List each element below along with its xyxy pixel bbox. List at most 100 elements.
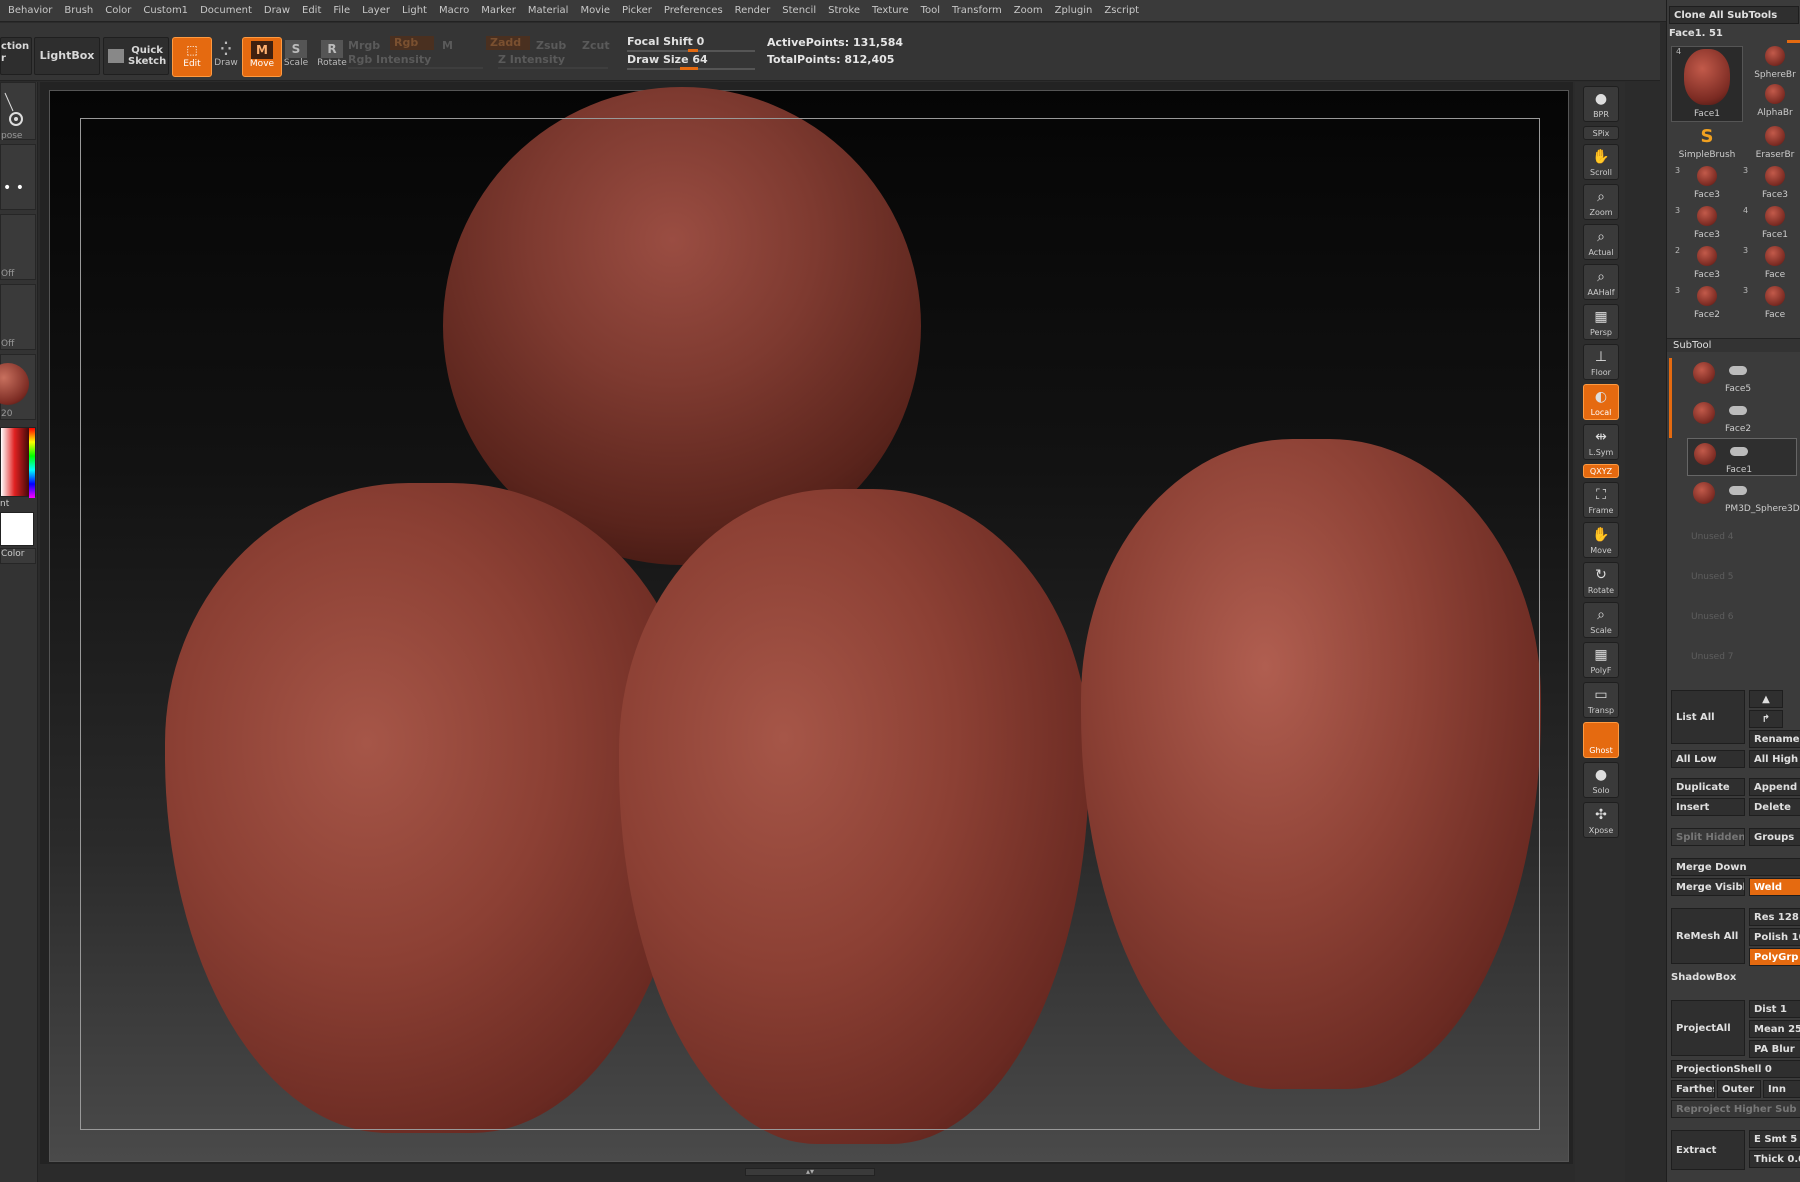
project-all-button[interactable]: ProjectAll	[1671, 1000, 1745, 1056]
shelf-solo-button[interactable]: ● Solo	[1583, 762, 1619, 798]
focal-shift-handle[interactable]	[688, 49, 698, 52]
clone-all-subtools-button[interactable]: Clone All SubTools	[1669, 6, 1799, 24]
remesh-all-button[interactable]: ReMesh All	[1671, 908, 1745, 964]
move-down-button[interactable]: ↱	[1749, 710, 1783, 728]
append-button[interactable]: Append	[1749, 778, 1800, 796]
shelf-scroll-button[interactable]: ✋ Scroll	[1583, 144, 1619, 180]
scale-button[interactable]: S Scale	[276, 37, 316, 77]
rgb-intensity-slider[interactable]	[348, 67, 483, 69]
projection-shell-slider[interactable]: ProjectionShell 0	[1671, 1060, 1800, 1078]
dist-slider[interactable]: Dist 1	[1749, 1000, 1800, 1018]
e-smt-slider[interactable]: E Smt 5	[1749, 1130, 1800, 1148]
menu-render[interactable]: Render	[729, 5, 777, 16]
tool-thumb[interactable]: 3 Face	[1739, 246, 1800, 280]
shadowbox-button[interactable]: ShadowBox	[1671, 972, 1736, 983]
all-low-button[interactable]: All Low	[1671, 750, 1745, 768]
tool-thumb[interactable]: 4 Face1	[1671, 46, 1743, 122]
weld-toggle[interactable]: Weld	[1749, 878, 1800, 896]
shelf-transp-button[interactable]: ▭ Transp	[1583, 682, 1619, 718]
menu-layer[interactable]: Layer	[356, 5, 396, 16]
tool-thumb[interactable]: 3 Face2	[1671, 286, 1743, 320]
hue-strip[interactable]	[29, 428, 35, 498]
shelf-persp-button[interactable]: ▦ Persp	[1583, 304, 1619, 340]
tool-slider-handle[interactable]	[1787, 40, 1800, 43]
pa-blur-slider[interactable]: PA Blur	[1749, 1040, 1800, 1058]
material-button[interactable]: 20	[0, 354, 36, 420]
menu-material[interactable]: Material	[522, 5, 575, 16]
menu-stencil[interactable]: Stencil	[776, 5, 822, 16]
insert-button[interactable]: Insert	[1671, 798, 1745, 816]
menu-transform[interactable]: Transform	[946, 5, 1008, 16]
tool-thumb[interactable]: 3 Face3	[1739, 166, 1800, 200]
draw-size-handle[interactable]	[680, 67, 698, 70]
rotate-button[interactable]: R Rotate	[312, 37, 352, 77]
tool-thumb[interactable]: EraserBr	[1739, 126, 1800, 160]
m-button[interactable]: M	[442, 39, 453, 52]
subtool-row[interactable]: Face5	[1687, 358, 1797, 396]
shelf-floor-button[interactable]: ⊥ Floor	[1583, 344, 1619, 380]
tool-thumb[interactable]: 3 Face3	[1671, 206, 1743, 240]
menu-file[interactable]: File	[327, 5, 356, 16]
farthest-toggle[interactable]: Farthest	[1671, 1080, 1715, 1098]
visibility-toggle[interactable]	[1729, 486, 1747, 495]
visibility-toggle[interactable]	[1729, 406, 1747, 415]
shelf-qxyz-button[interactable]: QXYZ	[1583, 464, 1619, 478]
menu-brush[interactable]: Brush	[58, 5, 99, 16]
menu-picker[interactable]: Picker	[616, 5, 658, 16]
menu-edit[interactable]: Edit	[296, 5, 327, 16]
thick-slider[interactable]: Thick 0.02	[1749, 1150, 1800, 1168]
z-intensity-slider[interactable]	[498, 67, 608, 69]
tool-thumb[interactable]: SphereBr	[1739, 46, 1800, 80]
menu-texture[interactable]: Texture	[866, 5, 915, 16]
draw-button[interactable]: ⁛ Draw	[206, 37, 246, 77]
visibility-toggle[interactable]	[1729, 366, 1747, 375]
menu-light[interactable]: Light	[396, 5, 433, 16]
shelf-polyf-button[interactable]: ▦ PolyF	[1583, 642, 1619, 678]
shelf-rotate-button[interactable]: ↻ Rotate	[1583, 562, 1619, 598]
groups-split-button[interactable]: Groups	[1749, 828, 1800, 846]
shelf-actual-button[interactable]: ⌕ Actual	[1583, 224, 1619, 260]
quick-sketch-button[interactable]: Quick Sketch	[103, 37, 169, 75]
zsub-button[interactable]: Zsub	[536, 39, 566, 52]
lightbox-button[interactable]: LightBox	[34, 37, 100, 75]
reproject-higher-subdiv-button[interactable]: Reproject Higher Sub	[1671, 1100, 1800, 1118]
menu-marker[interactable]: Marker	[475, 5, 522, 16]
tool-thumb[interactable]: 3 Face3	[1671, 166, 1743, 200]
outer-toggle[interactable]: Outer	[1717, 1080, 1761, 1098]
color-picker[interactable]	[0, 427, 36, 498]
tool-thumb[interactable]: AlphaBr	[1739, 84, 1800, 118]
mean-slider[interactable]: Mean 25	[1749, 1020, 1800, 1038]
bottom-tray-handle[interactable]: ▴▾	[745, 1168, 875, 1176]
menu-stroke[interactable]: Stroke	[822, 5, 866, 16]
zadd-button[interactable]: Zadd	[486, 36, 530, 50]
menu-tool[interactable]: Tool	[915, 5, 946, 16]
delete-button[interactable]: Delete	[1749, 798, 1800, 816]
brush-stroke-button[interactable]: • •	[0, 144, 36, 210]
res-slider[interactable]: Res 128	[1749, 908, 1800, 926]
subtool-row[interactable]: Face1	[1687, 438, 1797, 476]
menu-preferences[interactable]: Preferences	[658, 5, 729, 16]
subtool-header[interactable]: SubTool	[1667, 338, 1800, 352]
shelf-ghost-button[interactable]: Ghost	[1583, 722, 1619, 758]
inner-toggle[interactable]: Inn	[1763, 1080, 1800, 1098]
shelf-bpr-button[interactable]: ● BPR	[1583, 86, 1619, 122]
transpose-button[interactable]: pose	[0, 82, 36, 141]
shelf-zoom-button[interactable]: ⌕ Zoom	[1583, 184, 1619, 220]
shelf-local-button[interactable]: ◐ Local	[1583, 384, 1619, 420]
subtool-row[interactable]: Face2	[1687, 398, 1797, 436]
duplicate-button[interactable]: Duplicate	[1671, 778, 1745, 796]
menu-macro[interactable]: Macro	[433, 5, 475, 16]
tool-thumb[interactable]: S SimpleBrush	[1671, 126, 1743, 160]
zcut-button[interactable]: Zcut	[582, 39, 610, 52]
menu-zoom[interactable]: Zoom	[1008, 5, 1049, 16]
extract-button[interactable]: Extract	[1671, 1130, 1745, 1170]
list-all-button[interactable]: List All	[1671, 690, 1745, 744]
menu-zplugin[interactable]: Zplugin	[1049, 5, 1099, 16]
rename-button[interactable]: Rename	[1749, 730, 1800, 748]
all-high-button[interactable]: All High	[1749, 750, 1800, 768]
shelf-lsym-button[interactable]: ⇹ L.Sym	[1583, 424, 1619, 460]
subtool-row[interactable]: PM3D_Sphere3D	[1687, 478, 1800, 516]
shelf-xpose-button[interactable]: ✣ Xpose	[1583, 802, 1619, 838]
shelf-frame-button[interactable]: ⛶ Frame	[1583, 482, 1619, 518]
alpha-button[interactable]: Off	[0, 214, 36, 280]
